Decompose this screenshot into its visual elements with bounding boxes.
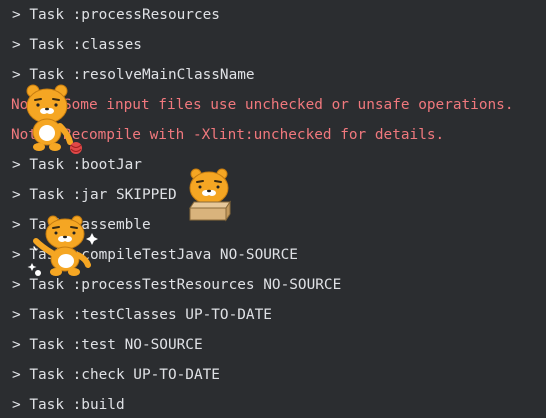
console-line: > Task :testClasses UP-TO-DATE [12, 307, 272, 323]
ryan-box-sticker-icon [189, 168, 231, 222]
ryan-dance-sticker-icon [27, 215, 98, 276]
console-line: > Task :classes [12, 37, 142, 53]
console-output: > Task :processResources > Task :classes… [0, 0, 546, 418]
console-line: > Task :processResources [12, 7, 220, 23]
console-line: > Task :jar SKIPPED [12, 187, 177, 203]
console-line: > Task :check UP-TO-DATE [12, 367, 220, 383]
ryan-sticker-icon [26, 84, 82, 154]
console-warning-line: Note: Some input files use unchecked or … [11, 97, 514, 113]
console-line: > Task :test NO-SOURCE [12, 337, 203, 353]
console-line: > Task :build [12, 397, 125, 413]
